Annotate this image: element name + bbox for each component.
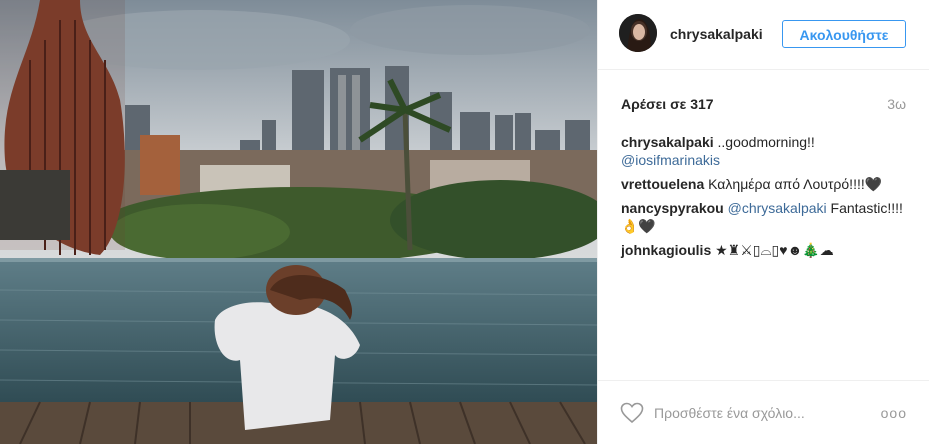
likes-count[interactable]: Αρέσει σε 317 xyxy=(621,96,714,112)
comment-mention[interactable]: @iosifmarinakis xyxy=(621,152,720,168)
post-footer: Προσθέστε ένα σχόλιο... ooo xyxy=(598,380,929,444)
comment: chrysakalpaki ..goodmorning!! @iosifmari… xyxy=(621,133,909,169)
comment-text: Καλημέρα από Λουτρό!!!!🖤 xyxy=(708,176,883,192)
comment: nancyspyrakou @chrysakalpaki Fantastic!!… xyxy=(621,199,909,235)
post-photo[interactable] xyxy=(0,0,597,444)
comment-username[interactable]: nancyspyrakou xyxy=(621,200,724,216)
comment-username[interactable]: chrysakalpaki xyxy=(621,134,714,150)
post-dialog: chrysakalpaki Ακολουθήστε Αρέσει σε 317 … xyxy=(0,0,929,444)
comment-username[interactable]: johnkagioulis xyxy=(621,242,711,258)
comment-username[interactable]: vrettouelena xyxy=(621,176,704,192)
add-comment-input[interactable]: Προσθέστε ένα σχόλιο... xyxy=(654,405,805,421)
comment: vrettouelena Καλημέρα από Λουτρό!!!!🖤 xyxy=(621,175,909,193)
post-timestamp[interactable]: 3ω xyxy=(887,96,906,112)
comment-text: Fantastic!!!! xyxy=(830,200,903,216)
comment-emoji: ★♜⚔▯⌓▯♥☻🎄☁ xyxy=(715,242,834,258)
avatar[interactable] xyxy=(619,14,657,52)
photo-illustration xyxy=(0,0,597,444)
post-username[interactable]: chrysakalpaki xyxy=(670,26,763,42)
post-header: chrysakalpaki Ακολουθήστε xyxy=(598,0,929,70)
post-details-panel: chrysakalpaki Ακολουθήστε Αρέσει σε 317 … xyxy=(597,0,929,444)
follow-button[interactable]: Ακολουθήστε xyxy=(782,20,906,48)
comment-text: ..goodmorning!! xyxy=(717,134,815,150)
avatar-image xyxy=(619,14,657,52)
more-options-icon[interactable]: ooo xyxy=(881,405,907,421)
comment-emoji: 👌🖤 xyxy=(621,218,656,234)
comment-mention[interactable]: @chrysakalpaki xyxy=(728,200,827,216)
comments-list: chrysakalpaki ..goodmorning!! @iosifmari… xyxy=(621,133,909,265)
comment: johnkagioulis ★♜⚔▯⌓▯♥☻🎄☁ xyxy=(621,241,909,259)
heart-icon[interactable] xyxy=(620,402,644,424)
